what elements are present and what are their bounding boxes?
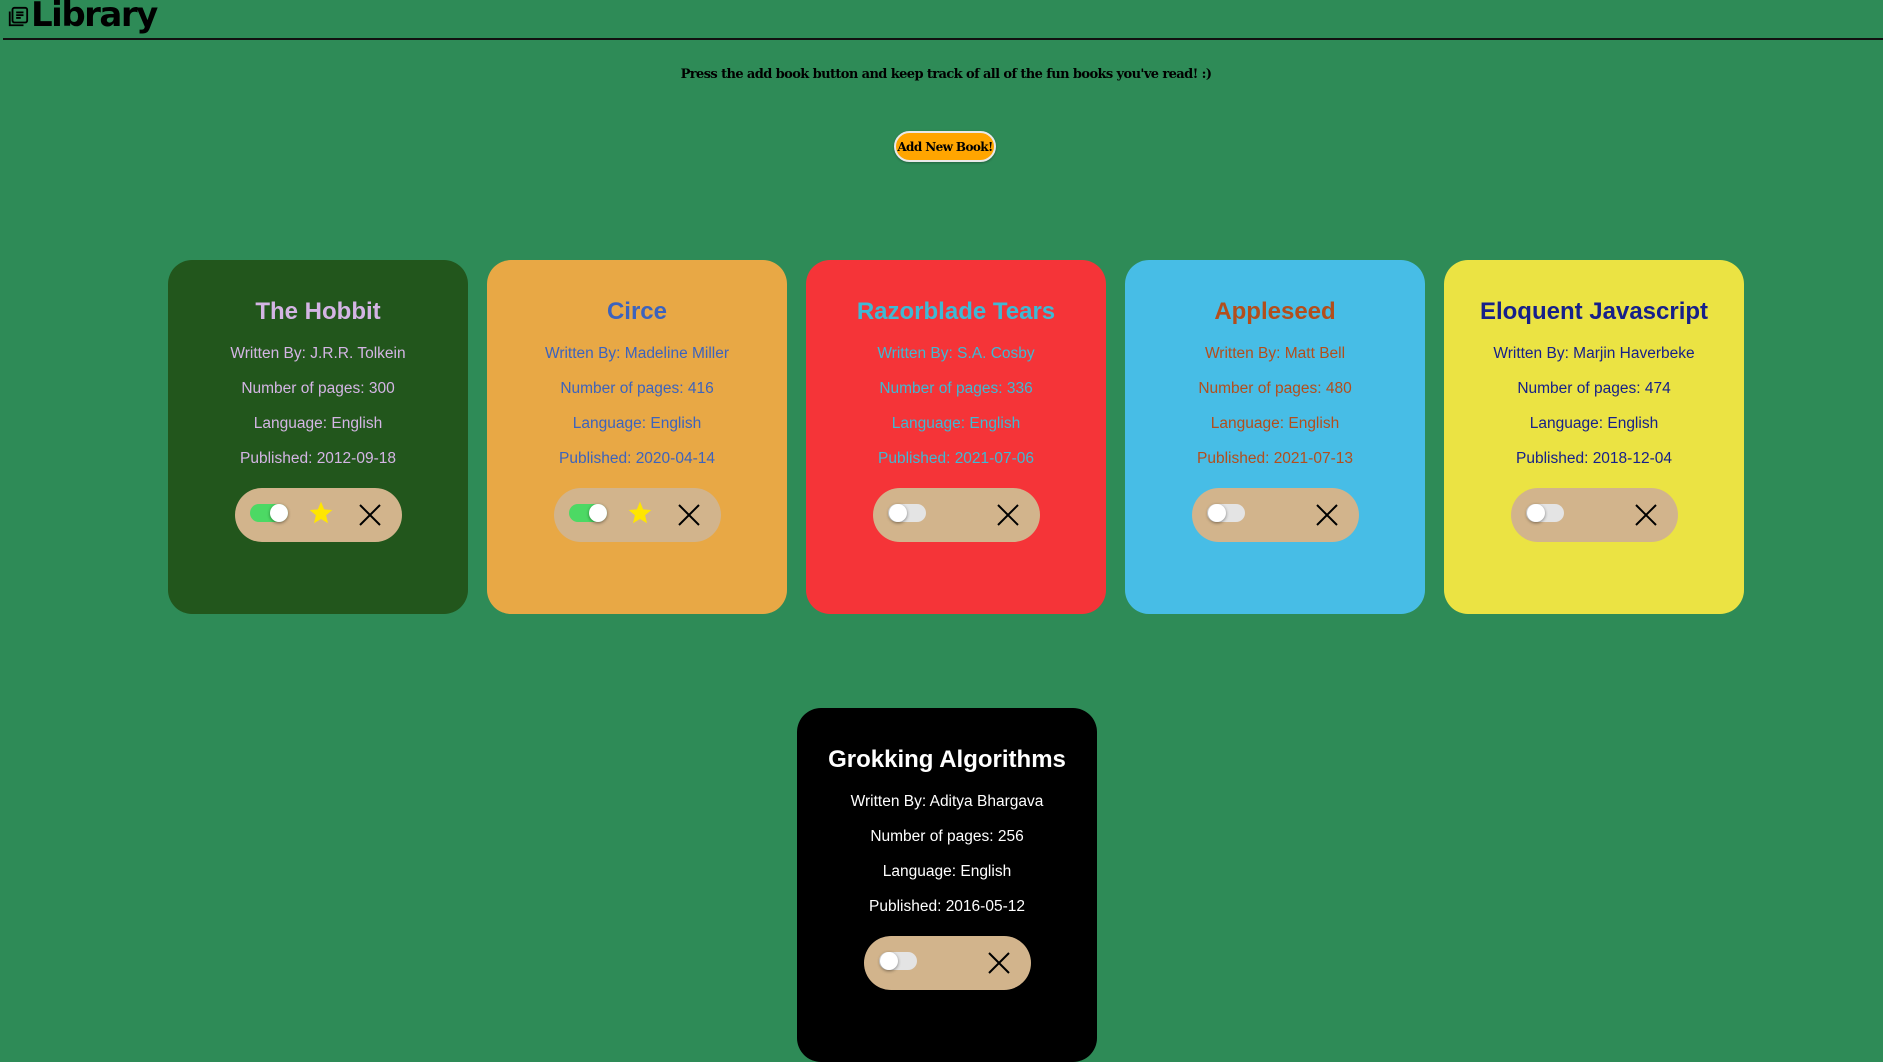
close-icon[interactable] (677, 503, 701, 527)
book-author: Written By: S.A. Cosby (877, 345, 1035, 362)
read-toggle[interactable] (887, 504, 926, 522)
toggle-knob (1526, 504, 1545, 522)
book-controls (1510, 488, 1678, 542)
close-icon[interactable] (1634, 503, 1658, 527)
book-stack-icon (8, 6, 29, 27)
book-author: Written By: Aditya Bhargava (850, 793, 1044, 810)
add-new-book-button[interactable]: Add New Book! (894, 131, 996, 162)
book-published: Published: 2012-09-18 (240, 450, 396, 467)
book-title: Appleseed (1214, 298, 1336, 325)
book-controls (872, 488, 1040, 542)
book-author: Written By: Marjin Haverbeke (1493, 345, 1695, 362)
book-published: Published: 2021-07-06 (878, 450, 1034, 467)
star-icon[interactable] (627, 500, 653, 526)
page-header: Library (3, 0, 1883, 40)
book-author: Written By: Matt Bell (1204, 345, 1346, 362)
close-icon[interactable] (996, 503, 1020, 527)
toggle-knob (588, 504, 607, 522)
book-pages: Number of pages: 300 (241, 380, 395, 397)
book-controls (553, 488, 721, 542)
book-published: Published: 2020-04-14 (559, 450, 715, 467)
toggle-knob (888, 504, 907, 522)
book-card: Grokking Algorithms Written By: Aditya B… (797, 708, 1097, 1062)
book-published: Published: 2021-07-13 (1197, 450, 1353, 467)
book-card: Razorblade Tears Written By: S.A. Cosby … (806, 260, 1106, 614)
read-toggle[interactable] (1525, 504, 1564, 522)
close-icon[interactable] (358, 503, 382, 527)
book-pages: Number of pages: 336 (879, 380, 1033, 397)
book-pages: Number of pages: 474 (1517, 380, 1671, 397)
book-language: Language: English (891, 415, 1021, 432)
book-language: Language: English (1529, 415, 1659, 432)
read-toggle[interactable] (568, 504, 607, 522)
book-title: Razorblade Tears (856, 298, 1056, 325)
book-title: The Hobbit (255, 298, 381, 325)
book-author: Written By: J.R.R. Tolkein (230, 345, 406, 362)
star-icon[interactable] (308, 500, 334, 526)
read-toggle[interactable] (249, 504, 288, 522)
read-toggle[interactable] (878, 952, 917, 970)
book-language: Language: English (572, 415, 702, 432)
book-pages: Number of pages: 416 (560, 380, 714, 397)
close-icon[interactable] (1315, 503, 1339, 527)
book-controls (1191, 488, 1359, 542)
toggle-knob (1207, 504, 1226, 522)
book-pages: Number of pages: 256 (870, 828, 1024, 845)
book-language: Language: English (1210, 415, 1340, 432)
toggle-knob (879, 952, 898, 970)
book-card: Appleseed Written By: Matt Bell Number o… (1125, 260, 1425, 614)
book-language: Language: English (253, 415, 383, 432)
book-card: The Hobbit Written By: J.R.R. Tolkein Nu… (168, 260, 468, 614)
book-card: Eloquent Javascript Written By: Marjin H… (1444, 260, 1744, 614)
book-title: Eloquent Javascript (1479, 298, 1709, 325)
book-published: Published: 2016-05-12 (869, 898, 1025, 915)
book-author: Written By: Madeline Miller (544, 345, 730, 362)
book-title: Grokking Algorithms (828, 746, 1066, 773)
book-card: Circe Written By: Madeline Miller Number… (487, 260, 787, 614)
page-title: Library (31, 0, 158, 35)
book-language: Language: English (882, 863, 1012, 880)
book-controls (234, 488, 402, 542)
toggle-knob (269, 504, 288, 522)
intro-text: Press the add book button and keep track… (680, 67, 1212, 82)
book-title: Circe (606, 298, 668, 325)
read-toggle[interactable] (1206, 504, 1245, 522)
close-icon[interactable] (987, 951, 1011, 975)
book-published: Published: 2018-12-04 (1516, 450, 1672, 467)
book-controls (863, 936, 1031, 990)
book-pages: Number of pages: 480 (1198, 380, 1352, 397)
